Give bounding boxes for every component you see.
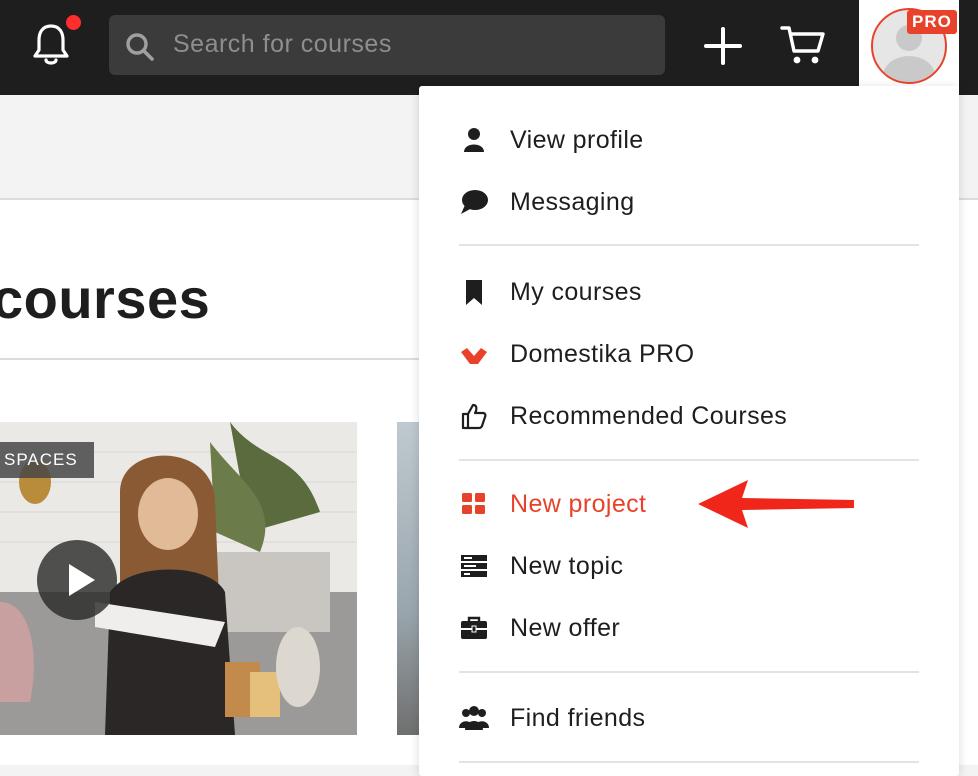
menu-item-find-friends[interactable]: Find friends bbox=[459, 698, 919, 738]
thumbs-up-icon bbox=[461, 403, 487, 430]
user-icon bbox=[464, 128, 484, 152]
annotation-arrow-icon bbox=[698, 480, 854, 528]
topic-list-icon bbox=[461, 555, 487, 577]
play-button[interactable] bbox=[37, 540, 117, 620]
menu-item-new-offer[interactable]: New offer bbox=[459, 608, 919, 648]
menu-item-label: New project bbox=[510, 490, 647, 518]
menu-item-label: My courses bbox=[510, 278, 642, 306]
menu-item-label: View profile bbox=[510, 126, 644, 154]
chat-bubble-icon bbox=[461, 190, 488, 214]
menu-item-label: Recommended Courses bbox=[510, 402, 788, 430]
menu-item-domestika-pro[interactable]: Domestika PRO bbox=[459, 334, 919, 374]
bookmark-icon bbox=[466, 280, 482, 305]
plus-icon[interactable] bbox=[703, 26, 743, 66]
divider bbox=[0, 358, 420, 360]
menu-item-recommended-courses[interactable]: Recommended Courses bbox=[459, 396, 919, 436]
user-menu-button[interactable]: PRO bbox=[859, 0, 959, 95]
people-icon bbox=[459, 706, 489, 730]
domestika-logo-icon bbox=[461, 348, 487, 364]
search-icon bbox=[126, 33, 154, 61]
search-input[interactable]: Search for courses bbox=[109, 15, 665, 75]
menu-item-view-profile[interactable]: View profile bbox=[459, 120, 919, 160]
course-category-tag: SPACES bbox=[0, 442, 94, 478]
notification-dot bbox=[66, 15, 81, 30]
menu-item-label: Find friends bbox=[510, 704, 646, 732]
menu-divider bbox=[459, 671, 919, 673]
cart-icon[interactable] bbox=[780, 24, 826, 66]
menu-item-label: Messaging bbox=[510, 188, 635, 216]
page-title: courses bbox=[0, 267, 211, 330]
play-icon bbox=[69, 564, 95, 596]
briefcase-icon bbox=[461, 616, 487, 639]
menu-divider bbox=[459, 459, 919, 461]
menu-item-label: Domestika PRO bbox=[510, 340, 695, 368]
pro-badge: PRO bbox=[907, 10, 957, 34]
menu-divider bbox=[459, 761, 919, 763]
menu-item-messaging[interactable]: Messaging bbox=[459, 182, 919, 222]
menu-item-my-courses[interactable]: My courses bbox=[459, 272, 919, 312]
top-navigation-bar: Search for courses PRO bbox=[0, 0, 978, 95]
user-dropdown-menu: View profile Messaging My courses Domest… bbox=[419, 86, 959, 776]
menu-item-new-topic[interactable]: New topic bbox=[459, 546, 919, 586]
search-placeholder: Search for courses bbox=[173, 30, 392, 58]
menu-item-label: New topic bbox=[510, 552, 624, 580]
menu-divider bbox=[459, 244, 919, 246]
bell-icon[interactable] bbox=[30, 22, 72, 68]
menu-item-label: New offer bbox=[510, 614, 621, 642]
course-card[interactable]: SPACES bbox=[0, 422, 357, 735]
grid-icon bbox=[462, 493, 485, 514]
